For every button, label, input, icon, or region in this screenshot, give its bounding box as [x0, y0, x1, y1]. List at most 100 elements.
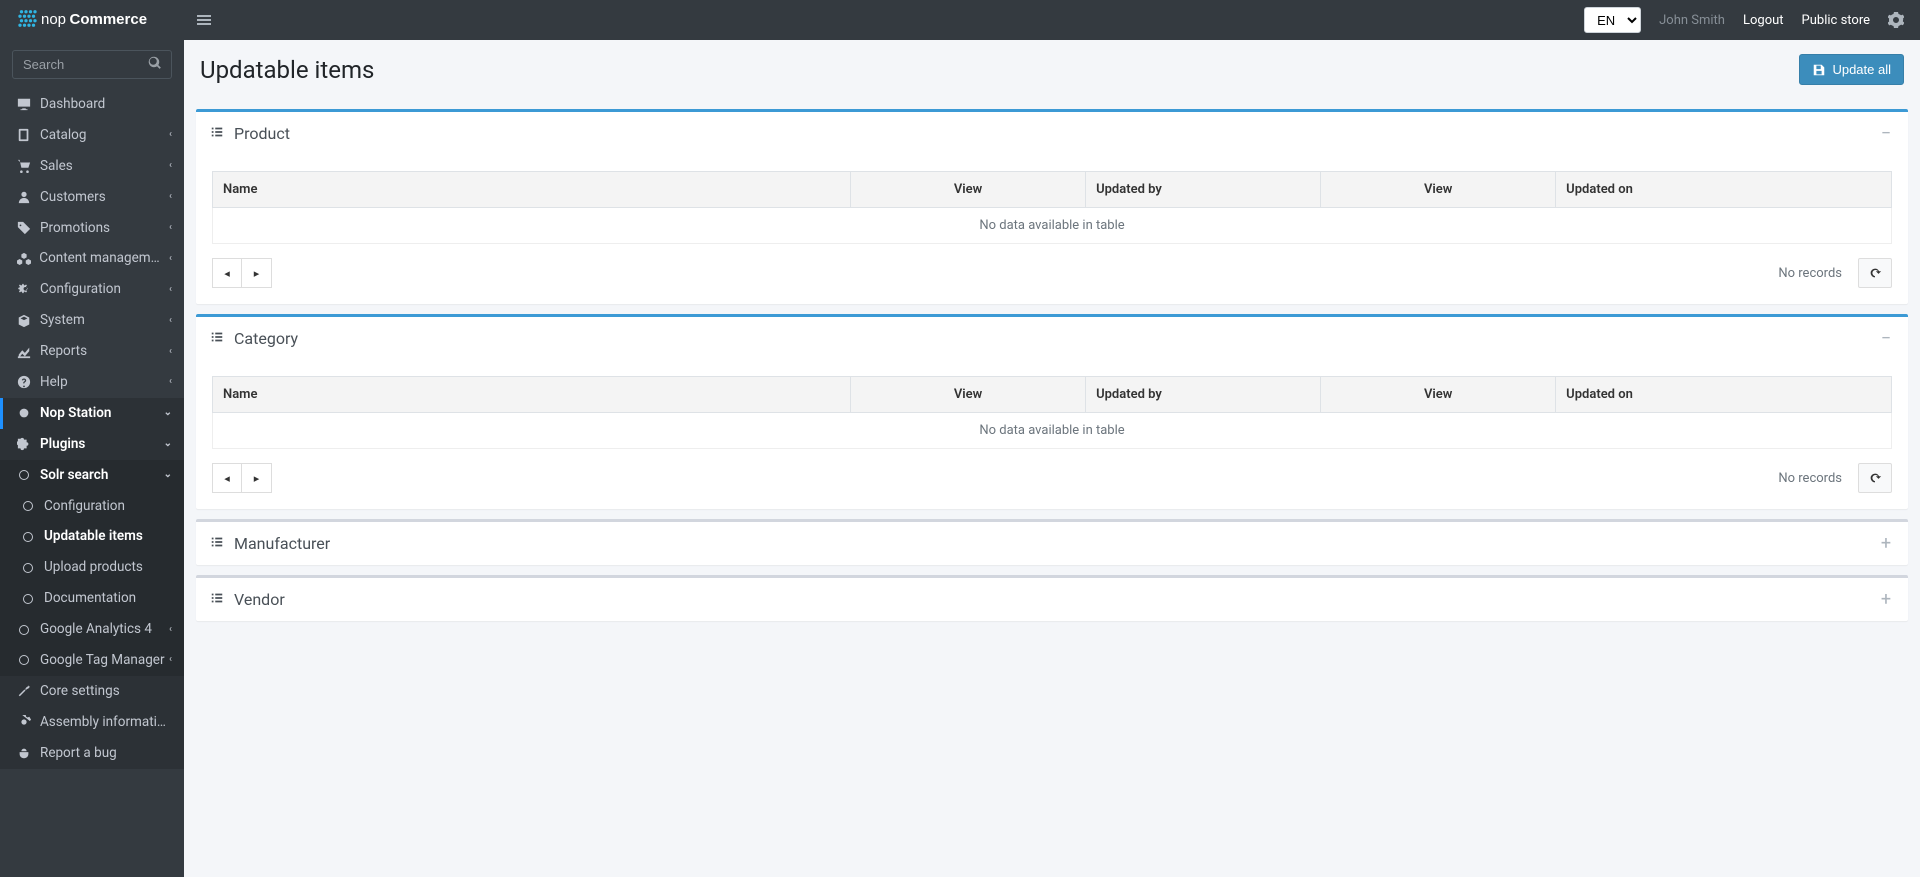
- panel-title: Category: [234, 329, 1868, 348]
- sidebar-item-label: Configuration: [44, 497, 172, 516]
- pager-prev-button[interactable]: ◂: [212, 258, 242, 288]
- list-icon: [210, 124, 224, 143]
- chevron-down-icon: ⌄: [164, 468, 172, 482]
- chevron-down-icon: ⌄: [164, 437, 172, 451]
- col-name: Name: [213, 377, 851, 413]
- sidebar-search-input[interactable]: [12, 50, 172, 79]
- logout-link[interactable]: Logout: [1743, 13, 1784, 28]
- chevron-left-icon: ‹: [169, 283, 172, 297]
- sidebar-item-label: Nop Station: [40, 404, 160, 423]
- sidebar-item-dashboard[interactable]: Dashboard: [0, 89, 184, 120]
- update-all-button[interactable]: Update all: [1799, 54, 1904, 85]
- sidebar-item-label: Configuration: [40, 280, 165, 299]
- sidebar-item-label: Assembly information: [40, 713, 172, 732]
- question-circle-icon: [14, 375, 34, 389]
- chevron-left-icon: ‹: [169, 128, 172, 142]
- panel-title: Product: [234, 124, 1868, 143]
- sidebar-item-assembly-information[interactable]: Assembly information: [0, 707, 184, 738]
- sidebar-item-nop-station[interactable]: Nop Station ⌄: [0, 398, 184, 429]
- sidebar-item-google-analytics-4[interactable]: Google Analytics 4 ‹: [0, 614, 184, 645]
- sidebar-item-label: Report a bug: [40, 744, 172, 763]
- sidebar-item-label: Updatable items: [44, 527, 172, 546]
- sidebar-item-core-settings[interactable]: Core settings: [0, 676, 184, 707]
- circle-icon: [14, 655, 34, 665]
- panel-vendor: Vendor +: [196, 575, 1908, 621]
- sidebar-item-solr-documentation[interactable]: Documentation: [0, 583, 184, 614]
- sidebar-item-solr-updatable-items[interactable]: Updatable items: [0, 521, 184, 552]
- collapse-button[interactable]: −: [1878, 125, 1894, 143]
- sidebar-item-solr-search[interactable]: Solr search ⌄: [0, 460, 184, 491]
- sidebar-item-solr-upload-products[interactable]: Upload products: [0, 552, 184, 583]
- panel-header[interactable]: Product −: [196, 112, 1908, 155]
- chevron-left-icon: ‹: [169, 159, 172, 173]
- sidebar-item-customers[interactable]: Customers ‹: [0, 182, 184, 213]
- sidebar-item-solr-configuration[interactable]: Configuration: [0, 491, 184, 522]
- content-header: Updatable items Update all: [184, 40, 1920, 99]
- sidebar-item-report-a-bug[interactable]: Report a bug: [0, 738, 184, 769]
- refresh-button[interactable]: [1858, 463, 1892, 493]
- sidebar-item-promotions[interactable]: Promotions ‹: [0, 213, 184, 244]
- refresh-icon: [1868, 266, 1882, 280]
- gear-icon: [1888, 12, 1904, 28]
- puzzle-icon: [14, 437, 34, 451]
- sidebar-item-label: Upload products: [44, 558, 172, 577]
- pager-next-button[interactable]: ▸: [242, 258, 272, 288]
- page-title: Updatable items: [200, 56, 374, 84]
- sidebar-item-google-tag-manager[interactable]: Google Tag Manager ‹: [0, 645, 184, 676]
- desktop-icon: [14, 97, 34, 111]
- col-updated-by: Updated by: [1086, 172, 1321, 208]
- collapse-button[interactable]: −: [1878, 330, 1894, 348]
- expand-button[interactable]: +: [1878, 535, 1894, 553]
- wrench-icon: [14, 684, 34, 698]
- save-icon: [1812, 63, 1826, 77]
- sidebar-item-label: Google Tag Manager: [40, 651, 165, 670]
- refresh-button[interactable]: [1858, 258, 1892, 288]
- pager-info: No records: [1778, 471, 1842, 486]
- sidebar-item-catalog[interactable]: Catalog ‹: [0, 120, 184, 151]
- settings-gear-button[interactable]: [1888, 12, 1904, 28]
- sidebar-item-label: Content management: [39, 249, 165, 268]
- sidebar-item-reports[interactable]: Reports ‹: [0, 336, 184, 367]
- sidebar-item-label: Dashboard: [40, 95, 172, 114]
- sidebar-item-configuration[interactable]: Configuration ‹: [0, 274, 184, 305]
- nopcommerce-logo-icon: nop Commerce: [17, 7, 167, 33]
- expand-button[interactable]: +: [1878, 591, 1894, 609]
- sidebar-item-sales[interactable]: Sales ‹: [0, 151, 184, 182]
- pager-prev-button[interactable]: ◂: [212, 463, 242, 493]
- circle-icon: [14, 470, 34, 480]
- sidebar-item-label: Customers: [40, 188, 165, 207]
- panel-header[interactable]: Category −: [196, 317, 1908, 360]
- chevron-left-icon: ‹: [169, 314, 172, 328]
- public-store-link[interactable]: Public store: [1802, 13, 1870, 28]
- sidebar-item-content-management[interactable]: Content management ‹: [0, 243, 184, 274]
- panel-title: Vendor: [234, 590, 1868, 609]
- empty-row: No data available in table: [213, 413, 1892, 449]
- chevron-left-icon: ‹: [169, 653, 172, 667]
- col-name: Name: [213, 172, 851, 208]
- col-view-2: View: [1321, 172, 1556, 208]
- sidebar-item-help[interactable]: Help ‹: [0, 367, 184, 398]
- chevron-left-icon: ‹: [169, 252, 172, 266]
- sidebar-item-system[interactable]: System ‹: [0, 305, 184, 336]
- svg-text:Commerce: Commerce: [70, 11, 148, 28]
- panel-header[interactable]: Vendor +: [196, 578, 1908, 621]
- list-icon: [210, 329, 224, 348]
- sidebar: Dashboard Catalog ‹ Sales ‹ Customers ‹ …: [0, 40, 184, 877]
- refresh-icon: [1868, 471, 1882, 485]
- sidebar-toggle-button[interactable]: [184, 0, 224, 40]
- sidebar-item-plugins[interactable]: Plugins ⌄: [0, 429, 184, 460]
- button-label: Update all: [1832, 62, 1891, 77]
- col-updated-on: Updated on: [1556, 377, 1892, 413]
- product-table: Name View Updated by View Updated on No …: [212, 171, 1892, 244]
- chevron-left-icon: ‹: [169, 190, 172, 204]
- cubes-icon: [14, 252, 33, 266]
- language-select[interactable]: EN: [1584, 7, 1641, 33]
- brand-logo[interactable]: nop Commerce: [0, 0, 184, 40]
- pager-next-button[interactable]: ▸: [242, 463, 272, 493]
- list-icon: [210, 590, 224, 609]
- panel-header[interactable]: Manufacturer +: [196, 522, 1908, 565]
- circle-icon: [18, 563, 38, 573]
- sidebar-item-label: System: [40, 311, 165, 330]
- sidebar-item-label: Sales: [40, 157, 165, 176]
- chevron-left-icon: ‹: [169, 375, 172, 389]
